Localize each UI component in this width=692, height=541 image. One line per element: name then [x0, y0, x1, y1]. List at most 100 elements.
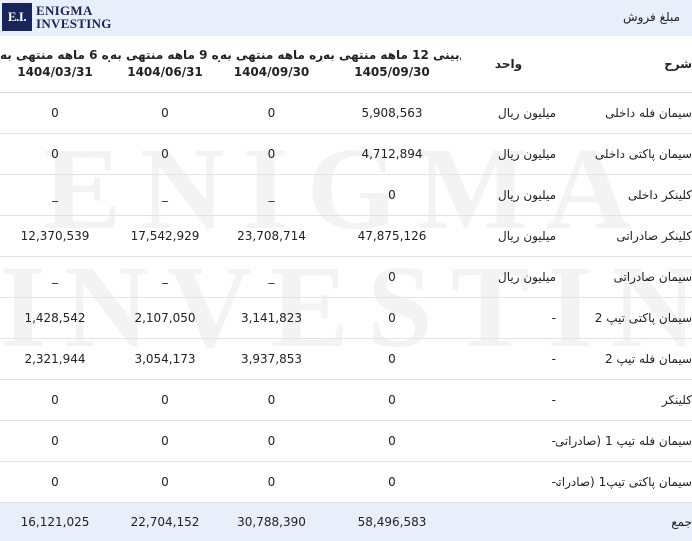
cell-name: سیمان فله داخلی [556, 93, 692, 134]
col-header-v3-line1: دوره 9 ماهه منتهی به [110, 47, 220, 64]
col-header-v2: دوره ماهه منتهی به 1404/09/30 [220, 36, 323, 93]
cell-v2: 0 [220, 380, 323, 421]
logo-wordmark: Enigma Investing [36, 4, 112, 30]
cell-name: کلینکر صادراتی [556, 216, 692, 257]
cell-name: جمع [556, 503, 692, 541]
cell-unit: میلیون ریال [461, 216, 556, 257]
col-header-v1-line1: پیش‌بینی 12 ماهه منتهی به [323, 47, 461, 64]
cell-v1: 4,712,894 [323, 134, 461, 175]
table-row: 0000-سیمان پاکتی تیپ1 (صادراتی) [0, 462, 692, 503]
cell-v3: 0 [110, 93, 220, 134]
cell-v3: 0 [110, 462, 220, 503]
col-header-v3-line2: 1404/06/31 [110, 64, 220, 81]
table-row: 0005,908,563میلیون ریالسیمان فله داخلی [0, 93, 692, 134]
cell-v2: 30,788,390 [220, 503, 323, 541]
col-header-v4-line2: 1404/03/31 [0, 64, 110, 81]
col-header-v1-line2: 1405/09/30 [323, 64, 461, 81]
cell-unit [461, 503, 556, 541]
cell-v1: 0 [323, 175, 461, 216]
cell-v4: 0 [0, 134, 110, 175]
table-body: 0005,908,563میلیون ریالسیمان فله داخلی00… [0, 93, 692, 541]
cell-v3: 22,704,152 [110, 503, 220, 541]
cell-v1: 0 [323, 421, 461, 462]
col-header-unit: واحد [461, 36, 556, 93]
logo-mark: E.I. [2, 3, 32, 31]
table-row: 1,428,5422,107,0503,141,8230-سیمان پاکتی… [0, 298, 692, 339]
cell-v2: _ [220, 257, 323, 298]
logo-line-2: Investing [36, 17, 112, 30]
cell-v4: 0 [0, 93, 110, 134]
cell-v4: 0 [0, 380, 110, 421]
brand-logo: E.I. Enigma Investing [0, 0, 112, 34]
cell-v4: _ [0, 175, 110, 216]
cell-v1: 0 [323, 257, 461, 298]
cell-v4: 2,321,944 [0, 339, 110, 380]
cell-unit: میلیون ریال [461, 93, 556, 134]
table-row: 0000-کلینکر [0, 380, 692, 421]
cell-v2: 0 [220, 421, 323, 462]
cell-v2: 3,937,853 [220, 339, 323, 380]
cell-v2: 3,141,823 [220, 298, 323, 339]
cell-unit: - [461, 298, 556, 339]
cell-name: سیمان پاکتی تیپ 2 [556, 298, 692, 339]
cell-v3: 0 [110, 134, 220, 175]
col-header-v4: دوره 6 ماهه منتهی به 1404/03/31 [0, 36, 110, 93]
table-row: 0004,712,894میلیون ریالسیمان پاکتی داخلی [0, 134, 692, 175]
cell-unit: میلیون ریال [461, 175, 556, 216]
cell-name: کلینکر داخلی [556, 175, 692, 216]
table-title: مبلغ فروش [623, 10, 680, 24]
cell-v3: 0 [110, 421, 220, 462]
cell-v2: 0 [220, 134, 323, 175]
cell-v3: _ [110, 257, 220, 298]
col-header-v3: دوره 9 ماهه منتهی به 1404/06/31 [110, 36, 220, 93]
cell-name: سیمان فله تیپ 2 [556, 339, 692, 380]
header-row: دوره 6 ماهه منتهی به 1404/03/31 دوره 9 م… [0, 36, 692, 93]
cell-unit: - [461, 339, 556, 380]
cell-v1: 0 [323, 298, 461, 339]
cell-v3: 0 [110, 380, 220, 421]
col-header-name: شرح [556, 36, 692, 93]
cell-unit: - [461, 380, 556, 421]
title-bar: E.I. Enigma Investing مبلغ فروش [0, 0, 692, 36]
cell-v1: 47,875,126 [323, 216, 461, 257]
table-row: ___0میلیون ریالکلینکر داخلی [0, 175, 692, 216]
cell-name: سیمان صادراتی [556, 257, 692, 298]
cell-unit: میلیون ریال [461, 134, 556, 175]
cell-v2: 23,708,714 [220, 216, 323, 257]
table-row: 12,370,53917,542,92923,708,71447,875,126… [0, 216, 692, 257]
cell-v1: 5,908,563 [323, 93, 461, 134]
cell-name: سیمان پاکتی تیپ1 (صادراتی) [556, 462, 692, 503]
cell-v3: 3,054,173 [110, 339, 220, 380]
cell-v4: 0 [0, 462, 110, 503]
total-row: 16,121,02522,704,15230,788,39058,496,583… [0, 503, 692, 541]
cell-v1: 0 [323, 462, 461, 503]
cell-name: سیمان فله تیپ 1 (صادراتی) [556, 421, 692, 462]
cell-v4: 12,370,539 [0, 216, 110, 257]
table-row: 2,321,9443,054,1733,937,8530-سیمان فله ت… [0, 339, 692, 380]
cell-unit: میلیون ریال [461, 257, 556, 298]
col-header-v1: پیش‌بینی 12 ماهه منتهی به 1405/09/30 [323, 36, 461, 93]
cell-v4: 0 [0, 421, 110, 462]
table-row: ___0میلیون ریالسیمان صادراتی [0, 257, 692, 298]
cell-unit: - [461, 421, 556, 462]
cell-v3: 2,107,050 [110, 298, 220, 339]
cell-v2: 0 [220, 462, 323, 503]
cell-unit: - [461, 462, 556, 503]
cell-v4: 16,121,025 [0, 503, 110, 541]
cell-v3: 17,542,929 [110, 216, 220, 257]
cell-v1: 0 [323, 339, 461, 380]
cell-v4: 1,428,542 [0, 298, 110, 339]
cell-v2: 0 [220, 93, 323, 134]
sales-table: دوره 6 ماهه منتهی به 1404/03/31 دوره 9 م… [0, 36, 692, 541]
cell-name: کلینکر [556, 380, 692, 421]
table-row: 0000-سیمان فله تیپ 1 (صادراتی) [0, 421, 692, 462]
col-header-v2-line1: دوره ماهه منتهی به [220, 47, 323, 64]
cell-v2: _ [220, 175, 323, 216]
cell-name: سیمان پاکتی داخلی [556, 134, 692, 175]
col-header-v4-line1: دوره 6 ماهه منتهی به [0, 47, 110, 64]
cell-v3: _ [110, 175, 220, 216]
cell-v4: _ [0, 257, 110, 298]
cell-v1: 0 [323, 380, 461, 421]
col-header-v2-line2: 1404/09/30 [220, 64, 323, 81]
cell-v1: 58,496,583 [323, 503, 461, 541]
